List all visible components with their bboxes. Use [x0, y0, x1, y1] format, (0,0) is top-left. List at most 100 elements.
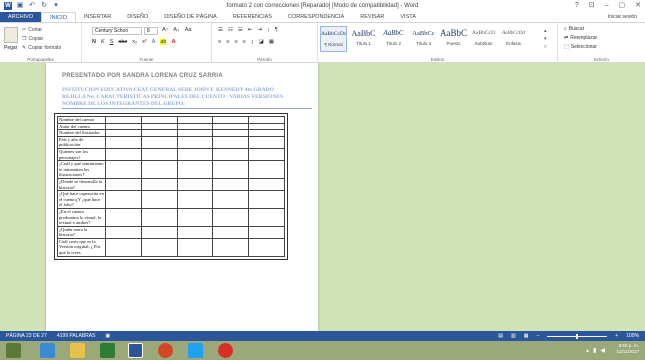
- table-cell[interactable]: [140, 135, 178, 149]
- table-cell[interactable]: [248, 160, 285, 179]
- maximize-button[interactable]: ▢: [619, 0, 626, 12]
- file-explorer-icon[interactable]: [70, 343, 85, 358]
- table-cell[interactable]: [212, 160, 250, 179]
- table-cell[interactable]: [176, 177, 214, 192]
- tab-correspondencia[interactable]: CORRESPONDENCIA: [280, 12, 352, 22]
- zoom-in-icon[interactable]: +: [615, 331, 618, 341]
- increase-indent-icon[interactable]: ⇥: [257, 27, 262, 33]
- font-name-box[interactable]: Century Schoo: [92, 27, 142, 35]
- strikethrough-button[interactable]: abc: [118, 39, 127, 45]
- read-mode-icon[interactable]: ▤: [498, 331, 503, 341]
- table-cell[interactable]: [212, 129, 250, 137]
- clock[interactable]: 8:55 p. m. 13/11/2017: [616, 343, 639, 355]
- clear-format-icon[interactable]: Aa: [185, 27, 192, 33]
- table-cell[interactable]: [140, 207, 178, 227]
- help-button[interactable]: ?: [575, 0, 579, 12]
- page-count[interactable]: PÁGINA 23 DE 27: [6, 331, 47, 341]
- tab-archivo[interactable]: ARCHIVO: [0, 12, 42, 22]
- table-cell[interactable]: [140, 237, 178, 257]
- table-cell[interactable]: [176, 116, 214, 124]
- superscript-button[interactable]: x²: [142, 39, 147, 45]
- tab-insertar[interactable]: INSERTAR: [76, 12, 119, 22]
- align-left-icon[interactable]: ≡: [218, 39, 221, 45]
- row-label[interactable]: ¿Qué hace caperucita en el cuento¿Y ¿qué…: [57, 190, 106, 209]
- table-cell[interactable]: [212, 147, 250, 162]
- font-size-box[interactable]: 8: [144, 27, 158, 35]
- text-effects-icon[interactable]: A: [152, 39, 156, 45]
- table-cell[interactable]: [212, 122, 250, 131]
- grow-font-icon[interactable]: A↑: [162, 27, 168, 33]
- table-cell[interactable]: [140, 147, 178, 162]
- table-cell[interactable]: [176, 207, 214, 227]
- table-cell[interactable]: [248, 190, 285, 209]
- row-label[interactable]: ¿En el cuento predomina lo visual, lo te…: [57, 207, 106, 227]
- row-label[interactable]: Nombre del ilustrador: [57, 129, 106, 137]
- store-icon[interactable]: [100, 343, 115, 358]
- table-cell[interactable]: [212, 116, 250, 124]
- table-cell[interactable]: [212, 190, 250, 209]
- sign-in-link[interactable]: Iniciar sesión: [608, 12, 637, 23]
- highlight-icon[interactable]: ab: [160, 39, 167, 45]
- replace-button[interactable]: ⇄ Reemplazar: [564, 35, 597, 41]
- table-cell[interactable]: [176, 147, 214, 162]
- table-cell[interactable]: [140, 116, 178, 124]
- table-cell[interactable]: [105, 237, 142, 257]
- internet-explorer-icon[interactable]: [40, 343, 55, 358]
- table-cell[interactable]: [105, 160, 142, 179]
- table-cell[interactable]: [105, 122, 142, 131]
- table-cell[interactable]: [140, 160, 178, 179]
- style-titulo-3[interactable]: AaBbCc Título 3: [410, 26, 437, 52]
- row-label[interactable]: País y año de publicación: [57, 135, 106, 149]
- justify-icon[interactable]: ≡: [243, 39, 246, 45]
- pilcrow-icon[interactable]: ¶: [275, 27, 278, 33]
- tab-vista[interactable]: VISTA: [392, 12, 424, 22]
- word-count[interactable]: 4199 PALABRAS: [57, 331, 96, 341]
- table-cell[interactable]: [176, 135, 214, 149]
- table-cell[interactable]: [105, 190, 142, 209]
- print-layout-icon[interactable]: ▥: [511, 331, 516, 341]
- row-label[interactable]: Autor del cuento: [57, 122, 106, 131]
- zoom-thumb[interactable]: [576, 333, 579, 339]
- numbering-icon[interactable]: ☷: [228, 27, 233, 33]
- sort-icon[interactable]: ↕: [267, 27, 270, 33]
- word-taskbar-icon[interactable]: [128, 343, 143, 358]
- table-cell[interactable]: [140, 122, 178, 131]
- multilevel-list-icon[interactable]: ☱: [238, 27, 243, 33]
- proofing-icon[interactable]: ▣: [105, 331, 110, 341]
- style-subtitulo[interactable]: AaBbCcD Subtítulo: [470, 26, 497, 52]
- table-cell[interactable]: [212, 237, 250, 257]
- redo-icon[interactable]: ↻: [40, 2, 48, 10]
- web-layout-icon[interactable]: ▦: [524, 331, 529, 341]
- format-painter-button[interactable]: ✎ Copiar formato: [22, 45, 61, 51]
- row-label[interactable]: ¿Quién narra la historia?: [57, 225, 106, 239]
- table-cell[interactable]: [176, 190, 214, 209]
- table-cell[interactable]: [176, 122, 214, 131]
- ribbon-display-button[interactable]: ⊡: [589, 0, 595, 12]
- select-button[interactable]: ⬚ Seleccionar: [564, 44, 597, 50]
- customize-qat-icon[interactable]: ▾: [52, 2, 60, 10]
- table-cell[interactable]: [176, 129, 214, 137]
- row-label[interactable]: Quienes son los personajes?: [57, 147, 106, 162]
- bold-button[interactable]: N: [92, 39, 96, 45]
- align-center-icon[interactable]: ≡: [226, 39, 229, 45]
- table-cell[interactable]: [212, 177, 250, 192]
- table-cell[interactable]: [248, 177, 285, 192]
- tab-inicio[interactable]: INICIO: [41, 12, 76, 22]
- paste-icon[interactable]: [4, 27, 18, 43]
- minimize-button[interactable]: –: [605, 0, 609, 12]
- row-label[interactable]: ¿Cuál y qué sentimiento te transmiten la…: [57, 160, 106, 179]
- borders-icon[interactable]: ▦: [269, 39, 274, 45]
- style-normal[interactable]: AaBbCcDc ¶ Normal: [320, 26, 347, 52]
- row-label[interactable]: Cuál crees que es la Versión original, ¿…: [57, 237, 106, 257]
- tab-referencias[interactable]: REFERENCIAS: [225, 12, 280, 22]
- zoom-level[interactable]: 100%: [626, 331, 639, 341]
- find-button[interactable]: ⌕ Buscar: [564, 26, 584, 32]
- table-cell[interactable]: [140, 177, 178, 192]
- table-cell[interactable]: [248, 225, 285, 239]
- chrome-icon[interactable]: [218, 343, 233, 358]
- zoom-slider[interactable]: [547, 333, 608, 339]
- table-cell[interactable]: [248, 207, 285, 227]
- table-cell[interactable]: [176, 160, 214, 179]
- table-cell[interactable]: [105, 135, 142, 149]
- tray-arrow-icon[interactable]: ▴: [586, 347, 589, 354]
